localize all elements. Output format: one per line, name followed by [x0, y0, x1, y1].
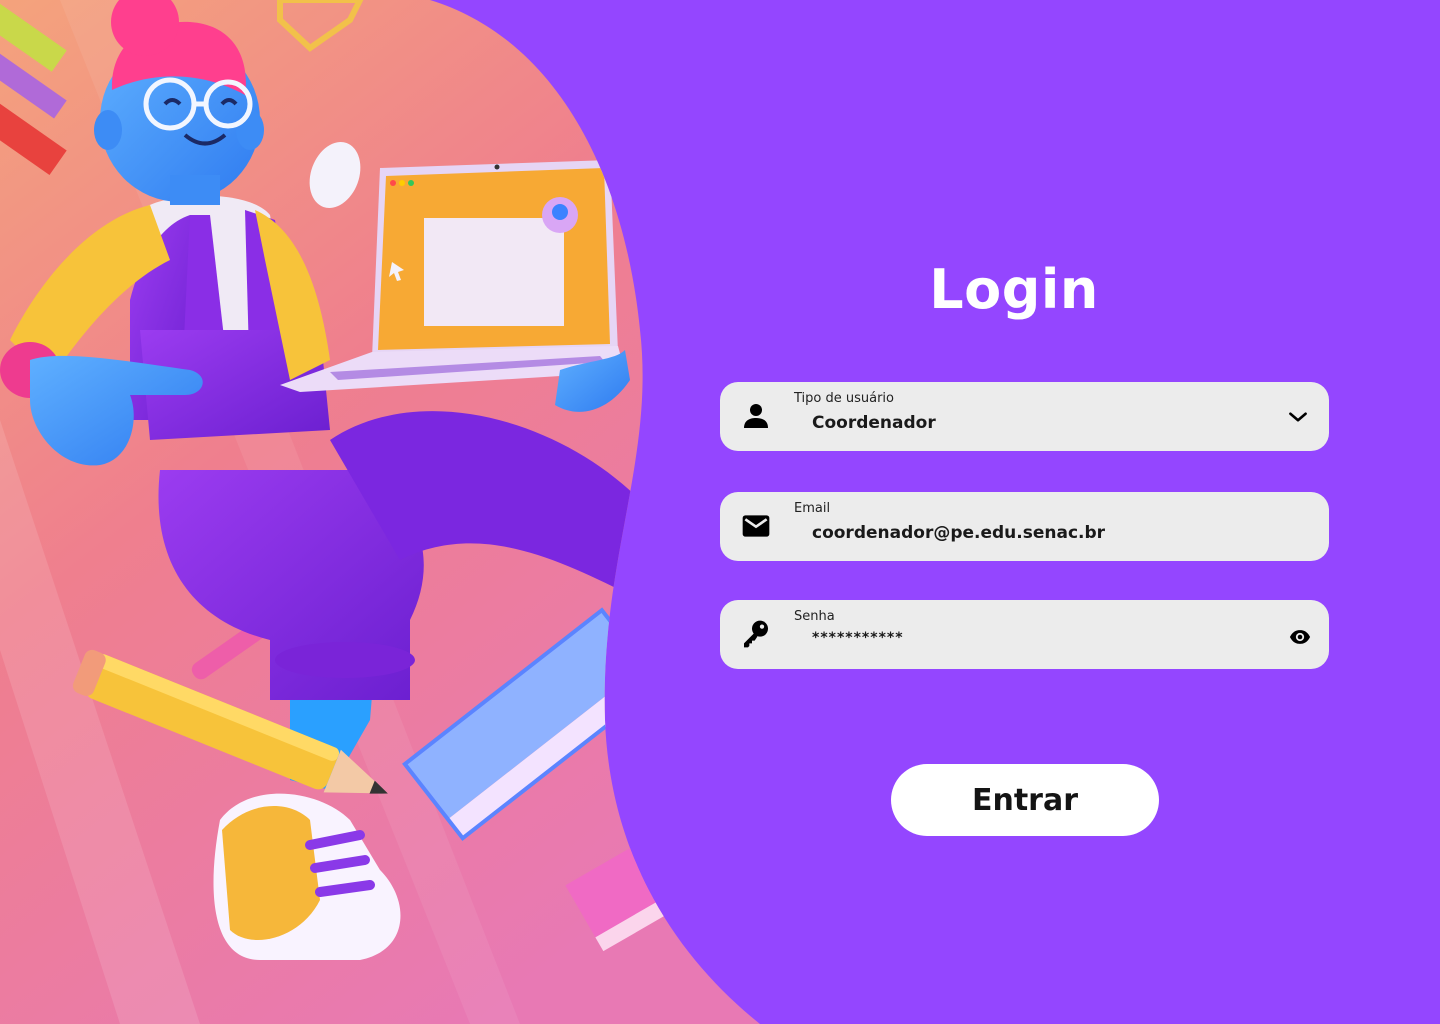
mail-icon: [742, 515, 770, 537]
email-input[interactable]: [812, 523, 1252, 543]
password-field[interactable]: Senha ***********: [720, 600, 1329, 669]
submit-button[interactable]: Entrar: [891, 764, 1159, 836]
chevron-down-icon[interactable]: [1285, 404, 1311, 430]
password-label: Senha: [794, 609, 835, 624]
password-input[interactable]: ***********: [812, 630, 1252, 646]
page-title: Login: [929, 258, 1099, 322]
eye-icon[interactable]: [1289, 626, 1311, 648]
person-icon: [744, 404, 768, 428]
key-icon: [744, 620, 768, 648]
user-type-label: Tipo de usuário: [794, 391, 895, 406]
user-type-select[interactable]: Tipo de usuário Coordenador: [720, 382, 1329, 451]
user-type-value: Coordenador: [812, 413, 936, 433]
email-field[interactable]: Email: [720, 492, 1329, 561]
email-label: Email: [794, 501, 831, 516]
